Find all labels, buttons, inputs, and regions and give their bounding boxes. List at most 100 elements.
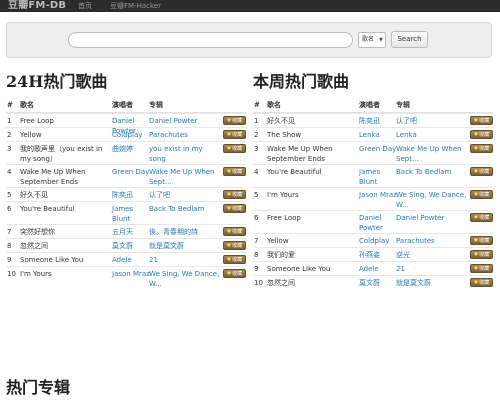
favorite-button[interactable]: ♥收藏 — [223, 167, 246, 176]
favorite-button[interactable]: ♥收藏 — [470, 130, 493, 139]
favorite-label: 收藏 — [479, 192, 490, 198]
favorite-button[interactable]: ♥收藏 — [223, 116, 246, 125]
album-link[interactable]: 21 — [149, 255, 221, 265]
album-link[interactable]: 就是莫文蔚 — [149, 241, 221, 251]
favorite-label: 收藏 — [232, 243, 243, 249]
album-link[interactable]: We Sing, We Dance, W... — [149, 269, 221, 289]
artist-link[interactable]: Coldplay — [359, 236, 397, 246]
album-link[interactable]: Parachutes — [149, 130, 221, 140]
artist-link[interactable]: 孙燕姿 — [359, 250, 397, 260]
favorite-button[interactable]: ♥收藏 — [223, 144, 246, 153]
favorite-label: 收藏 — [479, 132, 490, 138]
artist-link[interactable]: 陈奕迅 — [359, 116, 397, 126]
favorite-button[interactable]: ♥收藏 — [223, 190, 246, 199]
artist-link[interactable]: Jason Mraz — [359, 190, 397, 200]
favorite-label: 收藏 — [232, 132, 243, 138]
artist-link[interactable]: Jason Mraz — [112, 269, 150, 279]
album-link[interactable]: 逆光 — [396, 250, 468, 260]
artist-link[interactable]: Coldplay — [112, 130, 150, 140]
heart-icon: ♥ — [226, 118, 232, 124]
artist-link[interactable]: Green Day — [112, 167, 150, 177]
artist-link[interactable]: Green Day — [359, 144, 397, 154]
heart-icon: ♥ — [226, 132, 232, 138]
artist-link[interactable]: Adele — [112, 255, 150, 265]
search-input[interactable] — [68, 32, 353, 48]
row-number: 1 — [7, 117, 12, 125]
nav-link-home[interactable]: 首页 — [78, 0, 92, 12]
album-link[interactable]: We Sing, We Dance, W... — [396, 190, 468, 210]
table-row: 3 我的歌声里（you exist in my song） 曲婉婷 you exist… — [6, 141, 246, 164]
favorite-button[interactable]: ♥收藏 — [470, 190, 493, 199]
album-link[interactable]: Back To Bedlam — [149, 204, 221, 214]
artist-link[interactable]: 五月天 — [112, 227, 150, 237]
album-link[interactable]: Back To Bedlam — [396, 167, 468, 177]
artist-link[interactable]: 陈奕迅 — [112, 190, 150, 200]
table-row: 2 Yellow Coldplay Parachutes ♥收藏 — [6, 127, 246, 141]
song-title: The Show — [267, 131, 302, 139]
search-button[interactable]: Search — [391, 31, 428, 48]
album-link[interactable]: Lenka — [396, 130, 468, 140]
brand-logo[interactable]: 豆瓣FM-DB — [8, 0, 66, 12]
header-num: # — [254, 100, 260, 109]
row-number: 3 — [254, 145, 259, 153]
artist-link[interactable]: 莫文蔚 — [112, 241, 150, 251]
album-link[interactable]: Parachutes — [396, 236, 468, 246]
favorite-button[interactable]: ♥收藏 — [470, 264, 493, 273]
favorite-button[interactable]: ♥收藏 — [470, 167, 493, 176]
album-link[interactable]: 就是莫文蔚 — [396, 278, 468, 288]
artist-link[interactable]: 曲婉婷 — [112, 144, 150, 154]
header-song: 歌名 — [20, 100, 34, 109]
row-number: 10 — [7, 270, 16, 278]
header-num: # — [7, 100, 13, 109]
artist-link[interactable]: Daniel Powter — [359, 213, 397, 233]
favorite-button[interactable]: ♥收藏 — [223, 255, 246, 264]
artist-link[interactable]: 莫文蔚 — [359, 278, 397, 288]
favorite-button[interactable]: ♥收藏 — [470, 144, 493, 153]
album-link[interactable]: Wake Me Up When Sept... — [396, 144, 468, 164]
favorite-button[interactable]: ♥收藏 — [470, 213, 493, 222]
row-number: 1 — [254, 117, 259, 125]
table-row: 7 Yellow Coldplay Parachutes ♥收藏 — [253, 233, 493, 247]
artist-link[interactable]: James Blunt — [112, 204, 150, 224]
search-type-value: 歌名 — [362, 36, 375, 43]
favorite-button[interactable]: ♥收藏 — [470, 236, 493, 245]
song-title: I'm Yours — [267, 191, 299, 199]
album-link[interactable]: Wake Me Up When Sept... — [149, 167, 221, 187]
album-link[interactable]: 21 — [396, 264, 468, 274]
song-title: 我的歌声里（you exist in my song） — [20, 145, 103, 163]
row-number: 5 — [7, 191, 12, 199]
heart-icon: ♥ — [226, 229, 232, 235]
album-link[interactable]: Daniel Powter — [396, 213, 468, 223]
artist-link[interactable]: Adele — [359, 264, 397, 274]
favorite-button[interactable]: ♥收藏 — [223, 227, 246, 236]
favorite-label: 收藏 — [479, 169, 490, 175]
album-link[interactable]: you exist in my song — [149, 144, 221, 164]
favorite-button[interactable]: ♥收藏 — [223, 269, 246, 278]
table-row: 1 Free Loop Daniel Powter Daniel Powter ♥收藏 — [6, 113, 246, 135]
favorite-button[interactable]: ♥收藏 — [470, 116, 493, 125]
search-type-select[interactable]: 歌名 ▼ — [358, 32, 386, 48]
album-link[interactable]: 认了吧 — [396, 116, 468, 126]
chart-title-24h: 24H热门歌曲 — [6, 72, 108, 91]
row-number: 5 — [254, 191, 259, 199]
table-row: 8 我们的爱 孙燕姿 逆光 ♥收藏 — [253, 247, 493, 261]
album-link[interactable]: 认了吧 — [149, 190, 221, 200]
table-row: 10 忽然之间 莫文蔚 就是莫文蔚 ♥收藏 — [253, 275, 493, 289]
row-number: 3 — [7, 145, 12, 153]
nav-link-hacker[interactable]: 豆瓣FM-Hacker — [110, 0, 161, 12]
artist-link[interactable]: Lenka — [359, 130, 397, 140]
favorite-button[interactable]: ♥收藏 — [223, 204, 246, 213]
artist-link[interactable]: James Blunt — [359, 167, 397, 187]
heart-icon: ♥ — [226, 169, 232, 175]
album-link[interactable]: Daniel Powter — [149, 116, 221, 126]
favorite-button[interactable]: ♥收藏 — [470, 250, 493, 259]
favorite-button[interactable]: ♥收藏 — [470, 278, 493, 287]
header-album: 专辑 — [149, 100, 163, 109]
table-row: 3 Wake Me Up When September Ends Green Day… — [253, 141, 493, 164]
album-link[interactable]: 後。青春期的詩 — [149, 227, 221, 237]
favorite-button[interactable]: ♥收藏 — [223, 241, 246, 250]
favorite-label: 收藏 — [232, 146, 243, 152]
table-row: 2 The Show Lenka Lenka ♥收藏 — [253, 127, 493, 141]
favorite-button[interactable]: ♥收藏 — [223, 130, 246, 139]
heart-icon: ♥ — [226, 243, 232, 249]
